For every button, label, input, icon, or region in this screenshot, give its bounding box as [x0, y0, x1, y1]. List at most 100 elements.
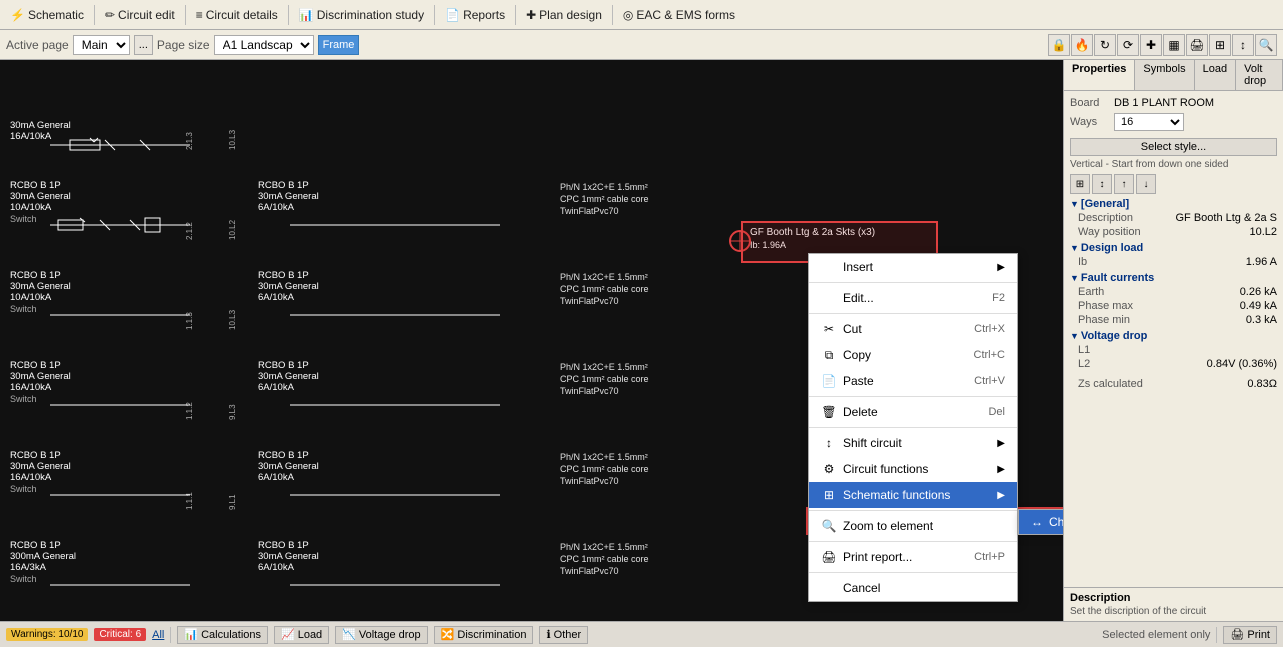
svg-text:10.L3: 10.L3	[228, 129, 237, 150]
ctx-cancel[interactable]: Cancel	[809, 575, 1017, 601]
panel-icon1[interactable]: ⊞	[1070, 174, 1090, 194]
other-icon: ℹ	[546, 628, 550, 641]
toolbar-circuit-edit[interactable]: ✏ Circuit edit	[99, 6, 181, 24]
section-voltage-drop: Voltage drop	[1070, 330, 1277, 342]
svg-text:RCBO B 1P: RCBO B 1P	[258, 540, 309, 551]
print-icon-btn[interactable]: 🖨	[1186, 34, 1208, 56]
ctx-circuit-functions[interactable]: ⚙Circuit functions ▶	[809, 456, 1017, 482]
svg-text:CPC 1mm² cable core: CPC 1mm² cable core	[560, 194, 649, 204]
status-tab-other[interactable]: ℹ Other	[539, 626, 588, 644]
svg-text:10A/10kA: 10A/10kA	[10, 202, 52, 213]
phase-max-key: Phase max	[1078, 300, 1133, 312]
schematic-canvas[interactable]: 2.1.3 2.1.2 1.1.3 1.1.2 1.1.1 10.L3 10.L…	[0, 60, 1063, 621]
page-ellipsis-btn[interactable]: ...	[134, 35, 153, 55]
toolbar-schematic[interactable]: ⚡ Schematic	[4, 6, 90, 24]
toolbar-plan-design[interactable]: ✚ Plan design	[520, 6, 608, 24]
status-tab-calculations[interactable]: 📊 Calculations	[177, 626, 268, 644]
delete-icon: 🗑	[821, 404, 837, 420]
prop-description: Description GF Booth Ltg & 2a S	[1070, 212, 1277, 224]
toolbar-circuit-details[interactable]: ≡ Circuit details	[190, 6, 284, 24]
ctx-sep5	[809, 510, 1017, 511]
panel-icon2[interactable]: ↕	[1092, 174, 1112, 194]
active-page-select[interactable]: Main	[73, 35, 130, 55]
vdrop-icon: 📉	[342, 628, 356, 641]
phase-min-val: 0.3 kA	[1246, 314, 1277, 326]
select-style-btn[interactable]: Select style...	[1070, 138, 1277, 156]
ways-select[interactable]: 16	[1114, 113, 1184, 131]
submenu-change-symbol[interactable]: ↔ Change symbol	[1019, 510, 1063, 534]
zoom-icon: 🔍	[821, 518, 837, 534]
export-icon-btn[interactable]: ⊞	[1209, 34, 1231, 56]
ctx-paste[interactable]: 📄Paste Ctrl+V	[809, 368, 1017, 394]
svg-text:30mA General: 30mA General	[10, 371, 71, 382]
circuit-details-icon: ≡	[196, 8, 203, 22]
svg-text:RCBO B 1P: RCBO B 1P	[258, 180, 309, 191]
section-design-load: Design load	[1070, 242, 1277, 254]
ctx-sep3	[809, 396, 1017, 397]
flame-icon-btn[interactable]: 🔥	[1071, 34, 1093, 56]
svg-text:RCBO B 1P: RCBO B 1P	[10, 180, 61, 191]
tab-symbols[interactable]: Symbols	[1135, 60, 1194, 90]
svg-text:RCBO B 1P: RCBO B 1P	[258, 360, 309, 371]
status-tab-load[interactable]: 📈 Load	[274, 626, 329, 644]
prop-phase-max: Phase max 0.49 kA	[1070, 300, 1277, 312]
page-size-select[interactable]: A1 Landscape	[214, 35, 314, 55]
svg-text:16A/3kA: 16A/3kA	[10, 562, 47, 573]
status-sep2	[1216, 627, 1217, 643]
phase-max-val: 0.49 kA	[1240, 300, 1277, 312]
ctx-insert[interactable]: Insert ▶	[809, 254, 1017, 280]
ctx-edit[interactable]: Edit... F2	[809, 285, 1017, 311]
status-bar: Warnings: 10/10 Critical: 6 All 📊 Calcul…	[0, 621, 1283, 647]
ctx-zoom-element[interactable]: 🔍Zoom to element	[809, 513, 1017, 539]
ctx-delete[interactable]: 🗑Delete Del	[809, 399, 1017, 425]
toolbar-reports[interactable]: 📄 Reports	[439, 6, 511, 24]
tab-properties[interactable]: Properties	[1064, 60, 1135, 90]
plus-icon-btn[interactable]: ✚	[1140, 34, 1162, 56]
ctx-copy[interactable]: ⧉Copy Ctrl+C	[809, 342, 1017, 368]
ctx-shift-circuit[interactable]: ↕Shift circuit ▶	[809, 430, 1017, 456]
load-icon: 📈	[281, 628, 295, 641]
grid-icon-btn[interactable]: ▦	[1163, 34, 1185, 56]
ctx-cut[interactable]: ✂Cut Ctrl+X	[809, 316, 1017, 342]
panel-icon4[interactable]: ↓	[1136, 174, 1156, 194]
status-print[interactable]: 🖨 Print	[1223, 626, 1277, 644]
panel-icon3[interactable]: ↑	[1114, 174, 1134, 194]
svg-text:TwinFlatPvc70: TwinFlatPvc70	[560, 296, 619, 306]
panel-icon-row: ⊞ ↕ ↑ ↓	[1070, 174, 1277, 194]
ctx-print-report[interactable]: 🖨Print report... Ctrl+P	[809, 544, 1017, 570]
prop-phase-min: Phase min 0.3 kA	[1070, 314, 1277, 326]
cancel-icon	[821, 580, 837, 596]
svg-text:TwinFlatPvc70: TwinFlatPvc70	[560, 566, 619, 576]
ctx-schematic-functions[interactable]: ⊞ Schematic functions ▶	[809, 482, 1017, 508]
l2-val: 0.84V (0.36%)	[1207, 358, 1277, 370]
toolbar-eac-ems[interactable]: ◎ EAC & EMS forms	[617, 6, 741, 24]
rotate-icon-btn[interactable]: ↻	[1094, 34, 1116, 56]
refresh-icon-btn[interactable]: ⟳	[1117, 34, 1139, 56]
frame-btn[interactable]: Frame	[318, 35, 360, 55]
zoom-icon-btn[interactable]: 🔍	[1255, 34, 1277, 56]
section-general: [General]	[1070, 198, 1277, 210]
svg-text:TwinFlatPvc70: TwinFlatPvc70	[560, 206, 619, 216]
ib-val: 1.96 A	[1246, 256, 1277, 268]
svg-text:RCBO B 1P: RCBO B 1P	[258, 450, 309, 461]
style-desc: Vertical - Start from down one sided	[1070, 159, 1277, 170]
lock-icon-btn[interactable]: 🔒	[1048, 34, 1070, 56]
status-tab-voltage-drop[interactable]: 📉 Voltage drop	[335, 626, 427, 644]
ctx-sep4	[809, 427, 1017, 428]
schematic-func-icon: ⊞	[821, 487, 837, 503]
ctx-sep7	[809, 572, 1017, 573]
svg-text:6A/10kA: 6A/10kA	[258, 202, 295, 213]
prop-earth: Earth 0.26 kA	[1070, 286, 1277, 298]
circuit-edit-icon: ✏	[105, 8, 115, 22]
toolbar-discrimination[interactable]: 📊 Discrimination study	[293, 6, 430, 24]
context-menu: Insert ▶ Edit... F2 ✂Cut Ctrl+X ⧉Copy Ct…	[808, 253, 1018, 602]
all-label[interactable]: All	[152, 629, 164, 641]
active-page-label: Active page	[6, 38, 69, 52]
board-row: Board DB 1 PLANT ROOM	[1070, 97, 1277, 109]
status-tab-discrimination[interactable]: 🔀 Discrimination	[434, 626, 534, 644]
arrow-icon-btn[interactable]: ↕	[1232, 34, 1254, 56]
tab-volt-drop[interactable]: Volt drop	[1236, 60, 1283, 90]
change-symbol-icon: ↔	[1031, 515, 1043, 529]
tab-load[interactable]: Load	[1195, 60, 1236, 90]
svg-text:2.1.2: 2.1.2	[185, 222, 194, 240]
